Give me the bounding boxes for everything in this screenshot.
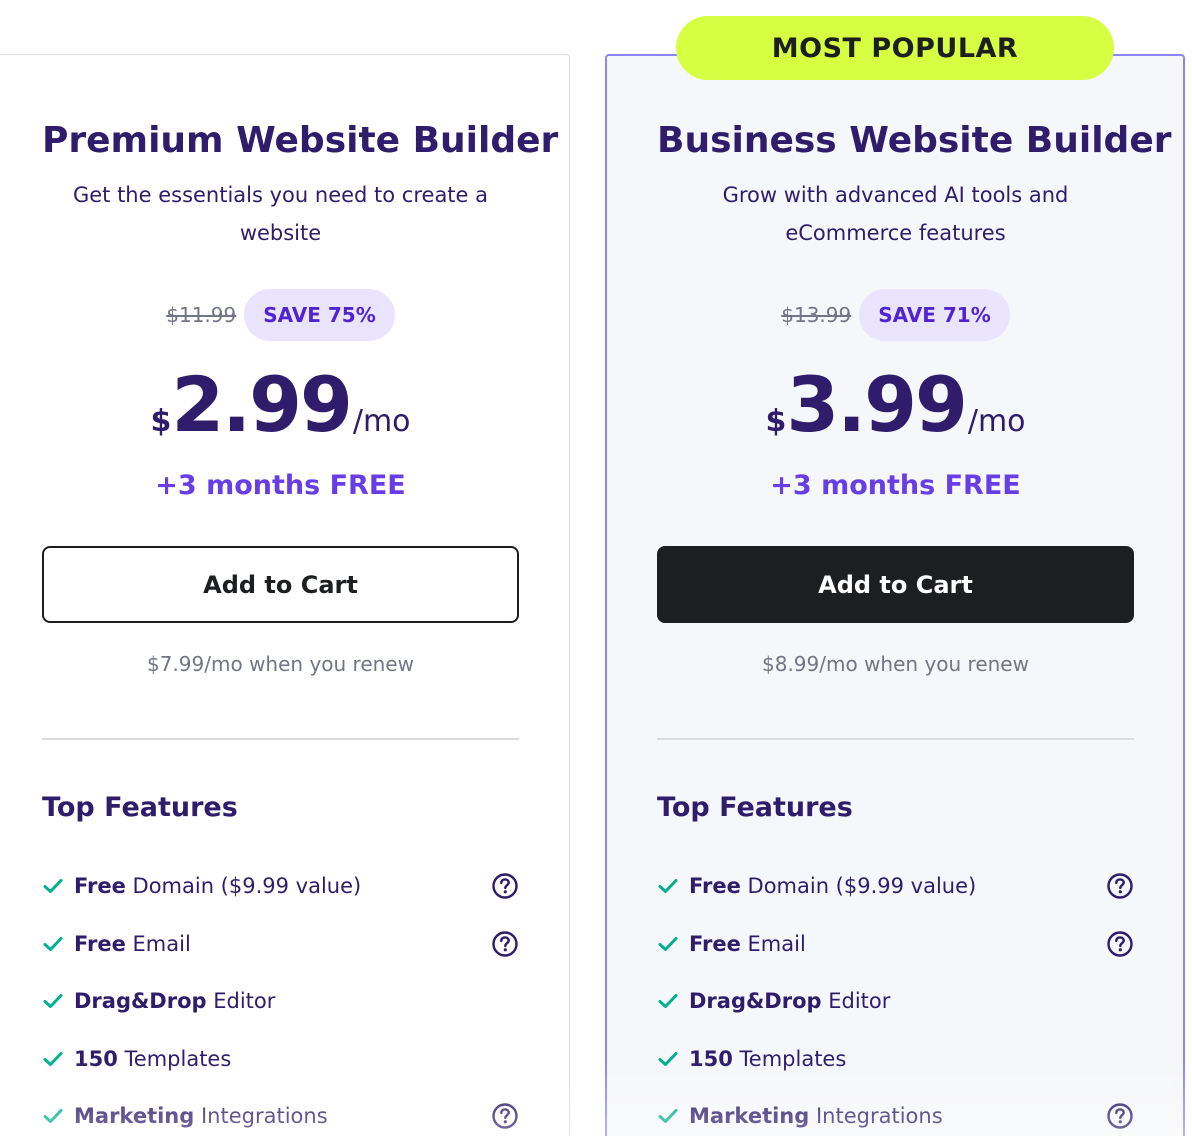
original-price: $11.99 — [166, 303, 237, 327]
feature-item: Free Email — [657, 924, 1134, 964]
feature-item: Marketing Integrations — [42, 1096, 519, 1136]
feature-rest: Editor — [821, 989, 891, 1013]
save-badge: SAVE 71% — [859, 289, 1010, 341]
add-to-cart-button[interactable]: Add to Cart — [657, 546, 1134, 623]
feature-rest: Templates — [732, 1047, 847, 1071]
feature-text: Marketing Integrations — [689, 1104, 943, 1128]
price-amount: 2.99 — [171, 360, 353, 449]
feature-highlight: Drag&Drop — [689, 989, 822, 1013]
feature-item: Marketing Integrations — [657, 1096, 1134, 1136]
plan-description: Grow with advanced AI tools and eCommerc… — [722, 183, 1069, 245]
renewal-price: $8.99/mo when you renew — [762, 652, 1029, 676]
feature-item: Drag&Drop Editor — [657, 981, 1134, 1021]
feature-text: 150 Templates — [74, 1047, 231, 1071]
divider — [657, 738, 1134, 740]
bonus-months: +3 months FREE — [770, 470, 1021, 501]
feature-text: Free Email — [74, 932, 191, 956]
check-icon — [657, 1048, 679, 1070]
check-icon — [42, 933, 64, 955]
most-popular-badge: MOST POPULAR — [676, 16, 1114, 80]
question-circle-icon[interactable] — [491, 930, 519, 958]
currency-symbol: $ — [150, 404, 172, 439]
currency-symbol: $ — [765, 404, 787, 439]
features-heading: Top Features — [42, 792, 238, 823]
original-price: $13.99 — [781, 303, 852, 327]
feature-rest: Integrations — [194, 1104, 328, 1128]
question-circle-icon[interactable] — [1106, 872, 1134, 900]
price-amount: 3.99 — [786, 360, 968, 449]
price-period: /mo — [967, 404, 1026, 439]
feature-text: Free Domain ($9.99 value) — [689, 874, 976, 898]
question-circle-icon[interactable] — [1106, 1102, 1134, 1130]
save-badge: SAVE 75% — [244, 289, 395, 341]
feature-text: Drag&Drop Editor — [689, 989, 890, 1013]
feature-rest: Editor — [206, 989, 276, 1013]
feature-highlight: Free — [74, 874, 126, 898]
check-icon — [657, 875, 679, 897]
check-icon — [657, 933, 679, 955]
price: $ 2.99 /mo — [42, 360, 519, 450]
divider — [42, 738, 519, 740]
bonus-months: +3 months FREE — [155, 470, 406, 501]
feature-text: Free Domain ($9.99 value) — [74, 874, 361, 898]
feature-highlight: Marketing — [689, 1104, 810, 1128]
question-circle-icon[interactable] — [491, 872, 519, 900]
feature-highlight: 150 — [74, 1047, 118, 1071]
plan-title: Premium Website Builder — [42, 120, 559, 161]
price-period: /mo — [352, 404, 411, 439]
check-icon — [657, 1105, 679, 1127]
feature-item: Drag&Drop Editor — [42, 981, 519, 1021]
feature-rest: Domain ($9.99 value) — [125, 874, 362, 898]
feature-rest: Integrations — [809, 1104, 943, 1128]
feature-text: 150 Templates — [689, 1047, 846, 1071]
question-circle-icon[interactable] — [1106, 930, 1134, 958]
check-icon — [42, 990, 64, 1012]
feature-highlight: Free — [689, 874, 741, 898]
feature-item: Free Email — [42, 924, 519, 964]
feature-highlight: Free — [74, 932, 126, 956]
feature-text: Free Email — [689, 932, 806, 956]
feature-highlight: Marketing — [74, 1104, 195, 1128]
discount-row: $13.99 SAVE 71% — [657, 289, 1134, 341]
check-icon — [42, 1105, 64, 1127]
feature-item: 150 Templates — [42, 1039, 519, 1079]
feature-rest: Email — [125, 932, 191, 956]
feature-text: Marketing Integrations — [74, 1104, 328, 1128]
feature-highlight: 150 — [689, 1047, 733, 1071]
feature-highlight: Free — [689, 932, 741, 956]
feature-item: 150 Templates — [657, 1039, 1134, 1079]
check-icon — [657, 990, 679, 1012]
feature-rest: Templates — [117, 1047, 232, 1071]
feature-rest: Email — [740, 932, 806, 956]
feature-item: Free Domain ($9.99 value) — [42, 866, 519, 906]
feature-text: Drag&Drop Editor — [74, 989, 275, 1013]
feature-highlight: Drag&Drop — [74, 989, 207, 1013]
plan-title: Business Website Builder — [657, 120, 1172, 161]
feature-rest: Domain ($9.99 value) — [740, 874, 977, 898]
check-icon — [42, 875, 64, 897]
question-circle-icon[interactable] — [491, 1102, 519, 1130]
discount-row: $11.99 SAVE 75% — [42, 289, 519, 341]
renewal-price: $7.99/mo when you renew — [147, 652, 414, 676]
feature-item: Free Domain ($9.99 value) — [657, 866, 1134, 906]
check-icon — [42, 1048, 64, 1070]
price: $ 3.99 /mo — [657, 360, 1134, 450]
plan-description: Get the essentials you need to create a … — [72, 183, 489, 245]
add-to-cart-button[interactable]: Add to Cart — [42, 546, 519, 623]
features-heading: Top Features — [657, 792, 853, 823]
